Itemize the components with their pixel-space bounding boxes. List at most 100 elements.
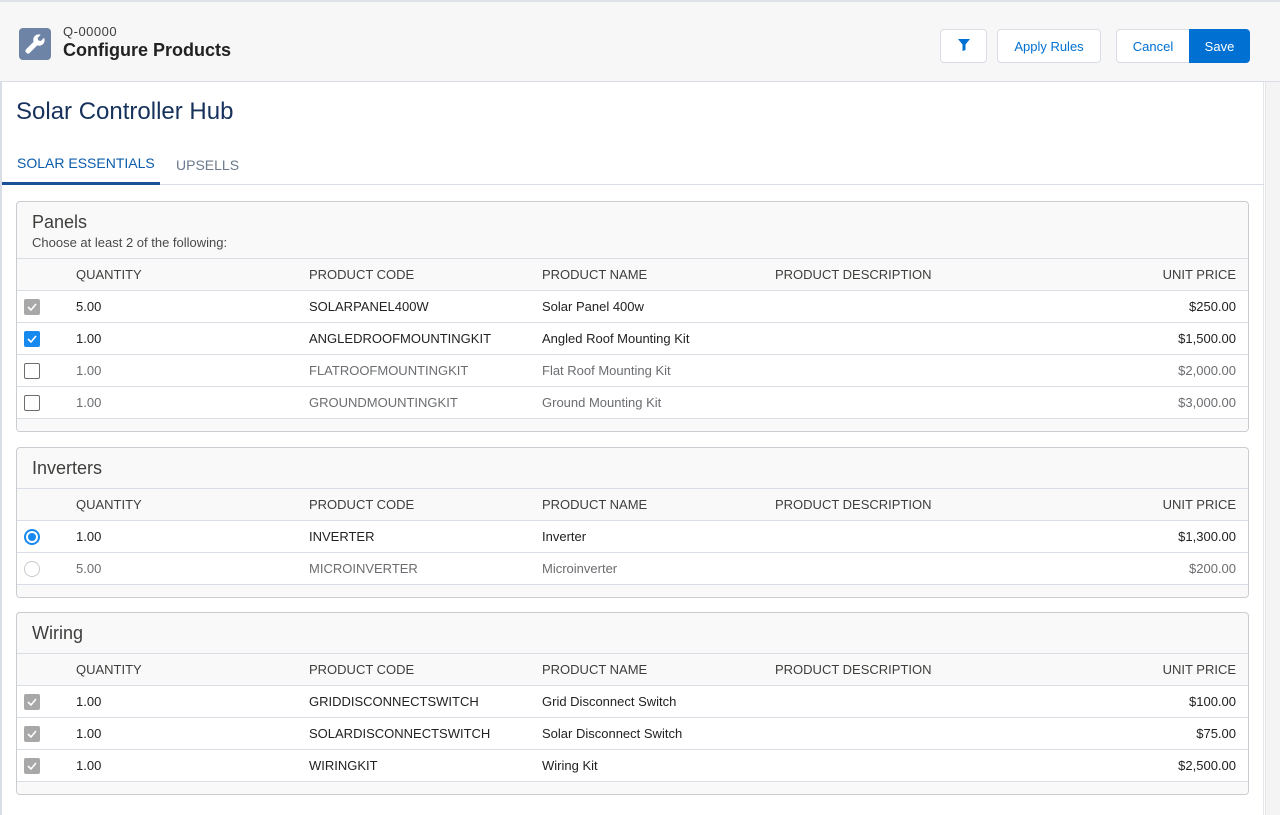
product-checkbox [24,693,40,710]
column-header-product-description: PRODUCT DESCRIPTION [775,653,1048,686]
wrench-icon [19,28,51,60]
filter-icon [957,38,970,54]
product-description-cell [775,552,1048,585]
section-title: Wiring [32,623,84,643]
product-row[interactable]: 1.00 FLATROOFMOUNTINGKIT Flat Roof Mountin… [17,354,1248,387]
product-checkbox[interactable] [24,394,40,411]
quantity-cell: 1.00 [76,322,309,355]
product-checkbox [24,298,40,315]
column-header-product-code: PRODUCT CODE [309,258,542,291]
quantity-cell: 1.00 [76,749,309,782]
table-footer [17,584,1248,597]
unit-price-cell: $75.00 [1048,717,1248,750]
column-header-quantity: QUANTITY [76,488,309,521]
product-row[interactable]: 5.00 SOLARPANEL400W Solar Panel 400w $250.0… [17,290,1248,323]
products-table: QUANTITY PRODUCT CODE PRODUCT NAME PRODUCT … [17,653,1248,794]
column-header-product-name: PRODUCT NAME [542,488,775,521]
product-code-cell: SOLARPANEL400W [309,290,542,323]
filter-button[interactable] [940,29,987,63]
section-title: Panels [32,212,88,232]
unit-price-cell: $100.00 [1048,685,1248,718]
table-footer [17,418,1248,431]
unit-price-cell: $250.00 [1048,290,1248,323]
section-header: Panels Choose at least 2 of the following… [17,202,1248,258]
product-description-cell [775,717,1048,750]
product-row[interactable]: 1.00 GROUNDMOUNTINGKIT Ground Mounting Kit… [17,386,1248,419]
product-name-cell: Angled Roof Mounting Kit [542,322,775,355]
column-header-product-name: PRODUCT NAME [542,653,775,686]
column-header-product-description: PRODUCT DESCRIPTION [775,258,1048,291]
product-code-cell: MICROINVERTER [309,552,542,585]
unit-price-cell: $1,500.00 [1048,322,1248,355]
product-radio[interactable] [24,528,40,545]
product-description-cell [775,749,1048,782]
products-table: QUANTITY PRODUCT CODE PRODUCT NAME PRODUCT … [17,488,1248,597]
product-checkbox [24,757,40,774]
quantity-cell: 1.00 [76,386,309,419]
apply-rules-button[interactable]: Apply Rules [997,29,1101,63]
product-name-cell: Wiring Kit [542,749,775,782]
cancel-button[interactable]: Cancel [1116,29,1190,63]
product-row[interactable]: 1.00 ANGLEDROOFMOUNTINGKIT Angled Roof Mou… [17,322,1248,355]
product-code-cell: GROUNDMOUNTINGKIT [309,386,542,419]
product-code-cell: FLATROOFMOUNTINGKIT [309,354,542,387]
option-group-wiring: Wiring QUANTITY PRODUCT CODE PRODUCT NAME PR… [16,612,1249,795]
product-code-cell: ANGLEDROOFMOUNTINGKIT [309,322,542,355]
quantity-cell: 1.00 [76,717,309,750]
product-name-cell: Flat Roof Mounting Kit [542,354,775,387]
quantity-cell: 5.00 [76,290,309,323]
section-description: Choose at least 2 of the following: [32,235,228,250]
product-row[interactable]: 1.00 WIRINGKIT Wiring Kit $2,500.00 [17,749,1248,782]
product-row[interactable]: 1.00 GRIDDISCONNECTSWITCH Grid Disconnect … [17,685,1248,718]
product-description-cell [775,386,1048,419]
unit-price-cell: $2,500.00 [1048,749,1248,782]
unit-price-cell: $1,300.00 [1048,520,1248,553]
quantity-cell: 5.00 [76,552,309,585]
column-header-product-description: PRODUCT DESCRIPTION [775,488,1048,521]
product-name-cell: Ground Mounting Kit [542,386,775,419]
product-radio[interactable] [24,560,40,577]
section-header: Wiring [17,613,1248,653]
main-content: Solar Controller Hub SOLAR ESSENTIALS UP… [0,82,1264,815]
unit-price-cell: $200.00 [1048,552,1248,585]
column-header-unit-price: UNIT PRICE [1048,488,1248,521]
table-footer [17,781,1248,794]
select-column-header [17,258,76,291]
select-column-header [17,488,76,521]
product-code-cell: INVERTER [309,520,542,553]
product-code-cell: SOLARDISCONNECTSWITCH [309,717,542,750]
product-name-cell: Grid Disconnect Switch [542,685,775,718]
vertical-scrollbar[interactable] [1265,82,1280,815]
column-header-product-code: PRODUCT CODE [309,653,542,686]
tab-solar-essentials[interactable]: SOLAR ESSENTIALS [2,144,160,185]
tab-upsells[interactable]: UPSELLS [160,144,260,185]
product-name-cell: Solar Panel 400w [542,290,775,323]
quantity-cell: 1.00 [76,685,309,718]
column-header-quantity: QUANTITY [76,653,309,686]
product-checkbox[interactable] [24,362,40,379]
section-header: Inverters [17,448,1248,488]
unit-price-cell: $3,000.00 [1048,386,1248,419]
option-group-inverters: Inverters QUANTITY PRODUCT CODE PRODUCT NAM… [16,447,1249,598]
product-checkbox[interactable] [24,330,40,347]
page-header-title: Configure Products [63,40,232,60]
save-button[interactable]: Save [1189,29,1250,63]
product-name-cell: Solar Disconnect Switch [542,717,775,750]
column-header-product-code: PRODUCT CODE [309,488,542,521]
product-code-cell: WIRINGKIT [309,749,542,782]
product-checkbox [24,725,40,742]
page-header: Q-00000 Configure Products Apply Rules C… [0,0,1280,82]
product-row[interactable]: 5.00 MICROINVERTER Microinverter $200.00 [17,552,1248,585]
product-description-cell [775,685,1048,718]
product-row[interactable]: 1.00 SOLARDISCONNECTSWITCH Solar Disconnec… [17,717,1248,750]
product-description-cell [775,322,1048,355]
product-code-cell: GRIDDISCONNECTSWITCH [309,685,542,718]
option-group-panels: Panels Choose at least 2 of the following… [16,201,1249,432]
product-row[interactable]: 1.00 INVERTER Inverter $1,300.00 [17,520,1248,553]
select-column-header [17,653,76,686]
quantity-cell: 1.00 [76,354,309,387]
unit-price-cell: $2,000.00 [1048,354,1248,387]
column-header-unit-price: UNIT PRICE [1048,653,1248,686]
product-description-cell [775,354,1048,387]
product-name-cell: Inverter [542,520,775,553]
